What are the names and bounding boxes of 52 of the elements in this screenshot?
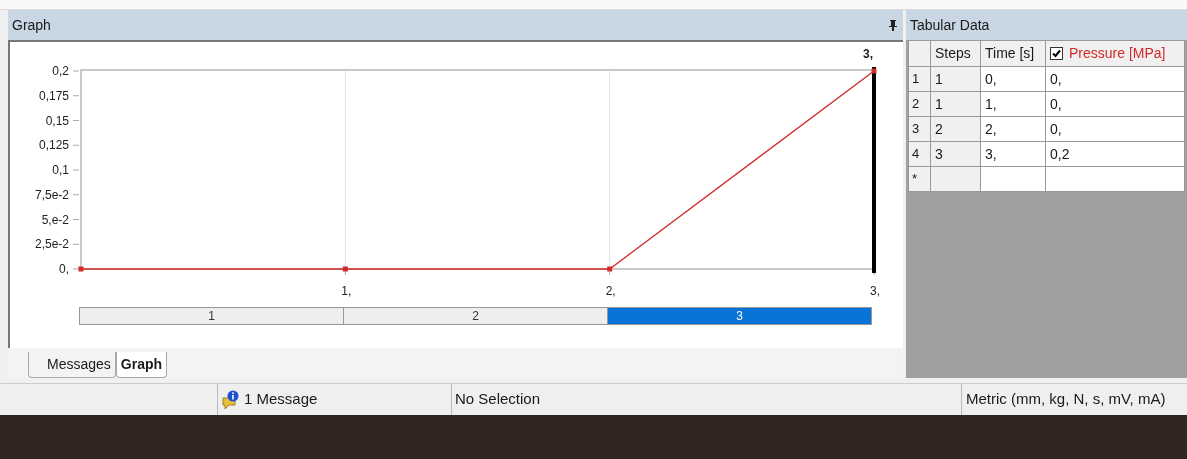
x-tick-label: 3, xyxy=(870,284,880,298)
pin-icon[interactable] xyxy=(889,19,897,31)
tick-mark xyxy=(72,169,80,171)
table-cell: 0, xyxy=(1045,116,1185,142)
y-tick-label: 0,175 xyxy=(38,88,69,103)
selection-status: No Selection xyxy=(455,389,541,410)
y-tick-label: 0,15 xyxy=(45,113,69,128)
y-tick-label: 2,5e-2 xyxy=(34,237,69,252)
y-tick-label: 0, xyxy=(59,262,69,276)
table-cell: 0, xyxy=(1045,91,1185,117)
message-count[interactable]: 1 Message xyxy=(244,388,318,411)
row-number[interactable]: 2 xyxy=(908,91,931,117)
step-segment[interactable]: 2 xyxy=(343,308,607,324)
tick-mark xyxy=(72,144,80,146)
step-segment[interactable]: 3 xyxy=(607,308,871,324)
table-cell: 0, xyxy=(1045,66,1185,92)
data-point xyxy=(607,266,613,272)
row-number[interactable]: 1 xyxy=(908,66,931,92)
panel-tab[interactable]: Graph xyxy=(115,352,168,378)
row-number[interactable]: 4 xyxy=(908,141,931,167)
column-checkbox[interactable] xyxy=(1050,47,1063,60)
column-header: Steps xyxy=(930,40,981,67)
tick-mark xyxy=(72,219,80,220)
panel-title: Graph xyxy=(12,15,51,35)
tick-mark xyxy=(72,120,80,121)
row-number[interactable]: 3 xyxy=(908,116,931,142)
data-point xyxy=(342,266,348,272)
data-point xyxy=(78,266,84,272)
column-label: Pressure [MPa] xyxy=(1069,44,1166,63)
time-marker[interactable] xyxy=(872,67,876,273)
table-cell: 0,2 xyxy=(1045,141,1185,167)
x-tick-label: 1, xyxy=(341,284,352,298)
panel-title: Tabular Data xyxy=(910,15,990,35)
panel-tab[interactable]: Messages xyxy=(28,352,116,378)
tick-mark xyxy=(72,70,80,72)
y-tick-label: 0,125 xyxy=(38,138,69,153)
column-header: Time [s] xyxy=(980,40,1046,67)
y-tick-label: 7,5e-2 xyxy=(34,187,69,202)
tick-mark xyxy=(72,268,80,270)
time-marker-label: 3, xyxy=(863,47,873,61)
row-number[interactable]: * xyxy=(908,166,931,192)
info-message-icon xyxy=(222,389,240,410)
data-point xyxy=(871,68,877,74)
y-tick-label: 0,2 xyxy=(52,64,69,78)
y-tick-label: 0,1 xyxy=(52,163,69,177)
tick-mark xyxy=(72,194,80,196)
step-segment[interactable]: 1 xyxy=(80,308,343,324)
unit-system[interactable]: Metric (mm, kg, N, s, mV, mA) xyxy=(966,388,1166,411)
x-tick-label: 2, xyxy=(605,284,616,298)
y-tick-label: 5,e-2 xyxy=(41,212,69,227)
tick-mark xyxy=(72,243,80,245)
tick-mark xyxy=(72,95,80,97)
